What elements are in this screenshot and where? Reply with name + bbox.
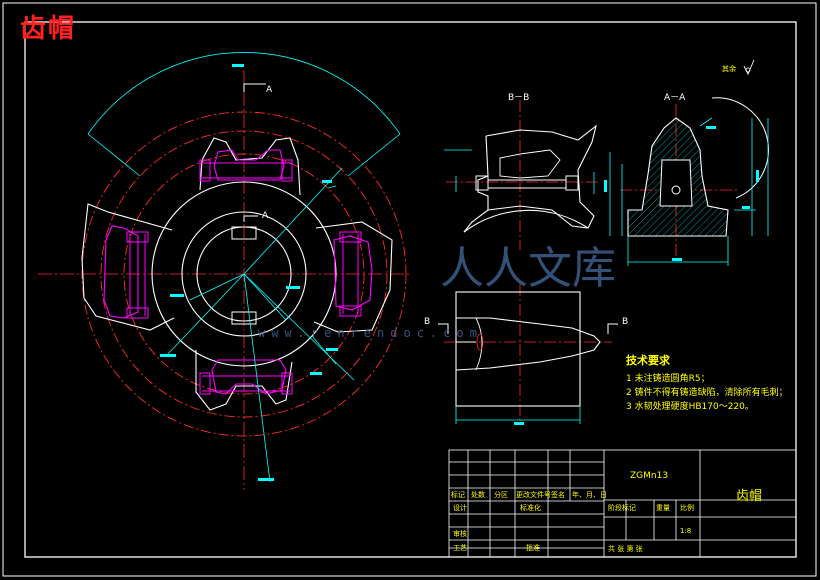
material-label: ZGMn13 <box>630 471 669 481</box>
process-label: 工艺 <box>453 544 467 552</box>
note-item-1: 1 未注铸造圆角R5； <box>626 374 710 384</box>
approve-label: 批准 <box>526 544 540 552</box>
note-item-3: 3 水韧处理硬度HB170～220。 <box>626 402 754 412</box>
stage-mark-label: 阶段标记 <box>608 504 636 512</box>
header-zone: 分区 <box>494 491 508 499</box>
weight-label: 重量 <box>656 504 670 512</box>
part-name-label: 齿帽 <box>736 489 763 504</box>
section-a-label-center: A <box>262 211 269 221</box>
surface-finish-note: 其余 <box>722 65 736 73</box>
sheet-count: 共 张 第 张 <box>608 545 643 553</box>
section-bb-view <box>444 100 600 250</box>
watermark-url: www.renrendoc.com <box>258 326 483 340</box>
section-b-label-right: B <box>622 317 629 327</box>
section-aa-view <box>604 59 769 266</box>
header-signature: 签名 <box>551 491 565 499</box>
standardize-label: 标准化 <box>520 504 541 512</box>
watermark-chinese: 人人文库 <box>440 243 616 294</box>
scale-label: 比例 <box>680 504 694 512</box>
engineering-drawing <box>2 2 817 577</box>
technical-requirements: 技术要求 1 未注铸造圆角R5； 2 铸件不得有铸造缺陷，清除所有毛刺； 3 水… <box>626 352 788 414</box>
header-count: 处数 <box>471 491 485 499</box>
header-mark: 标记 <box>451 491 465 499</box>
side-view <box>438 284 618 425</box>
header-date: 年、月、日 <box>572 491 607 499</box>
review-label: 审核 <box>453 530 467 538</box>
section-a-label-top: A <box>266 85 273 95</box>
design-label: 设计 <box>453 504 467 512</box>
section-aa-label: A－A <box>664 93 686 103</box>
section-bb-label: B－B <box>508 93 530 103</box>
scale-value: 1:8 <box>680 527 692 535</box>
notes-heading: 技术要求 <box>626 354 670 367</box>
plan-view <box>38 52 412 490</box>
note-item-2: 2 铸件不得有铸造缺陷，清除所有毛刺； <box>626 388 788 398</box>
drawing-title: 齿帽 <box>20 14 77 44</box>
header-change-doc: 更改文件号 <box>516 491 551 499</box>
